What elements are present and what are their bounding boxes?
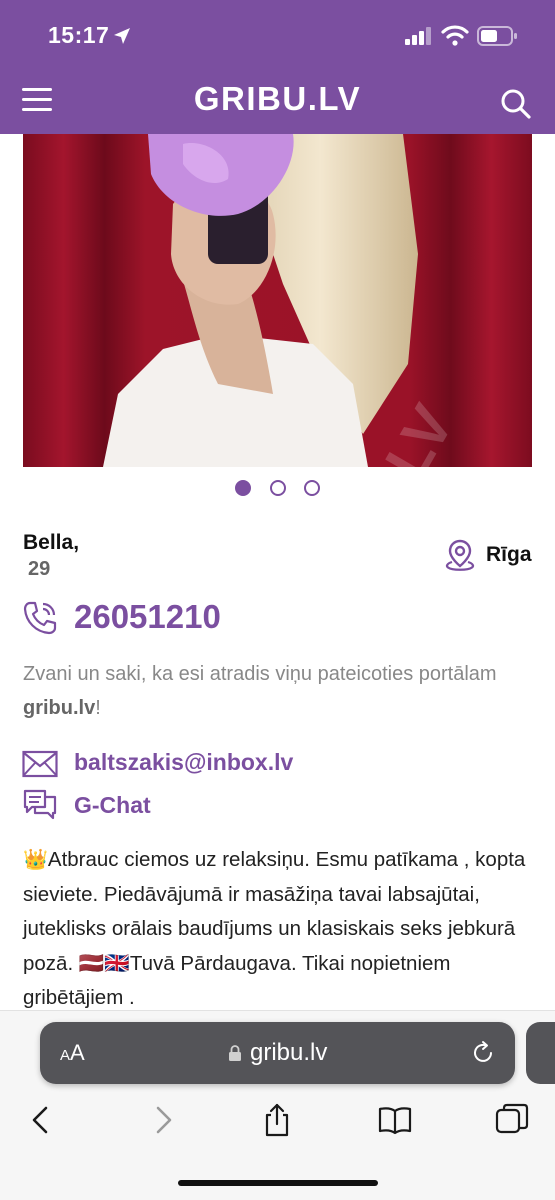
- profile-photo[interactable]: LV: [23, 134, 532, 467]
- hint-prefix: Zvani un saki, ka esi atradis viņu patei…: [23, 663, 497, 685]
- share-icon[interactable]: [259, 1102, 295, 1138]
- gallery-pagination: [0, 480, 555, 498]
- hint-suffix: !: [95, 697, 101, 719]
- site-logo[interactable]: GRIBU.LV: [0, 80, 555, 118]
- location-pin-icon: [445, 539, 475, 571]
- top-bar: 15:17 GRIBU.LV: [0, 0, 555, 134]
- gallery-dot-2[interactable]: [269, 480, 286, 496]
- profile-description: 👑Atbrauc ciemos uz relaksiņu. Esmu patīk…: [23, 843, 538, 1016]
- tabs-icon[interactable]: [494, 1102, 530, 1138]
- chat-bubbles-icon[interactable]: [22, 788, 58, 822]
- text-size-button[interactable]: AA: [60, 1040, 85, 1066]
- forward-icon[interactable]: [144, 1102, 180, 1138]
- search-icon[interactable]: [500, 88, 532, 120]
- call-hint-text: Zvani un saki, ka esi atradis viņu patei…: [23, 657, 533, 725]
- description-text: Atbrauc ciemos uz relaksiņu. Esmu patīka…: [23, 848, 526, 1009]
- profile-city: Rīga: [486, 543, 532, 566]
- back-icon[interactable]: [24, 1102, 60, 1138]
- mail-icon[interactable]: [22, 750, 58, 778]
- bookmarks-icon[interactable]: [377, 1102, 413, 1138]
- location-arrow-icon: [114, 28, 130, 44]
- status-bar: 15:17: [0, 0, 555, 72]
- next-tab-preview[interactable]: [526, 1022, 555, 1084]
- gallery-dot-1[interactable]: [235, 480, 252, 496]
- reload-icon[interactable]: [470, 1040, 496, 1066]
- wifi-icon: [441, 25, 469, 46]
- lock-icon: [229, 1045, 241, 1061]
- crown-emoji: 👑: [23, 849, 48, 871]
- hint-site-name: gribu.lv: [23, 697, 96, 719]
- phone-call-icon[interactable]: [22, 600, 58, 636]
- gallery-dot-3[interactable]: [303, 480, 320, 496]
- home-indicator[interactable]: [178, 1180, 378, 1186]
- phone-number-link[interactable]: 26051210: [74, 598, 221, 636]
- profile-name: Bella,: [23, 531, 80, 554]
- g-chat-link[interactable]: G-Chat: [74, 792, 151, 819]
- url-text[interactable]: gribu.lv: [250, 1039, 327, 1067]
- email-link[interactable]: baltszakis@inbox.lv: [74, 749, 293, 776]
- battery-icon: [477, 26, 517, 46]
- status-time: 15:17: [48, 22, 110, 48]
- cellular-signal-icon: [405, 27, 431, 45]
- profile-age: 29: [28, 558, 51, 580]
